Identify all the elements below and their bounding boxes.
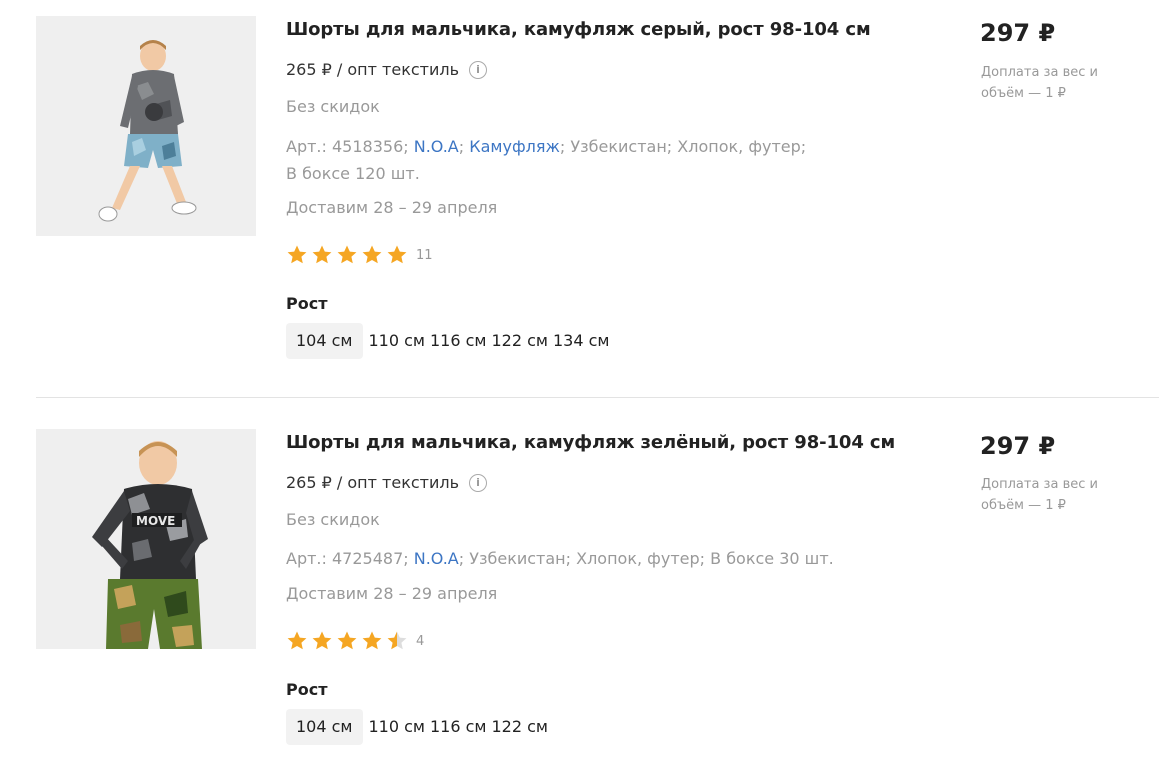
star-icon — [362, 631, 382, 650]
stars — [286, 630, 408, 652]
svg-text:MOVE: MOVE — [136, 514, 175, 528]
meta-details: ; Узбекистан; Хлопок, футер; В боксе 30 … — [458, 549, 834, 568]
star-icon — [362, 245, 382, 264]
collection-link[interactable]: Камуфляж — [469, 137, 560, 156]
price: 297 ₽ — [980, 432, 1056, 460]
product-card: Шорты для мальчика, камуфляж серый, рост… — [0, 0, 1159, 398]
wholesale-price-text: 265 ₽ / опт текстиль — [286, 473, 460, 492]
star-icon — [312, 631, 332, 650]
price: 297 ₽ — [980, 19, 1056, 47]
product-title[interactable]: Шорты для мальчика, камуфляж серый, рост… — [286, 19, 871, 40]
rating-count: 11 — [416, 247, 433, 263]
size-label: Рост — [286, 294, 328, 313]
size-selector: 104 см 110 см 116 см 122 см — [286, 709, 553, 745]
product-image[interactable]: MOVE — [36, 429, 256, 649]
info-icon[interactable]: i — [469, 60, 488, 79]
discount-status: Без скидок — [286, 97, 380, 116]
star-icon — [387, 631, 407, 650]
star-icon — [287, 245, 307, 264]
star-icon — [337, 245, 357, 264]
meta-separator: ; — [458, 137, 470, 156]
product-meta: Арт.: 4725487; N.O.A; Узбекистан; Хлопок… — [286, 545, 834, 572]
meta-details: ; Узбекистан; Хлопок, футер; — [559, 137, 807, 156]
brand-link[interactable]: N.O.A — [414, 549, 459, 568]
size-option[interactable]: 134 см — [548, 323, 615, 359]
star-icon — [287, 631, 307, 650]
box-quantity: В боксе 120 шт. — [286, 164, 420, 183]
size-option[interactable]: 116 см — [425, 709, 492, 745]
surcharge-note: Доплата за вес и объём — 1 ₽ — [981, 477, 1098, 513]
size-option[interactable]: 110 см — [364, 323, 431, 359]
product-meta: Арт.: 4518356; N.O.A; Камуфляж; Узбекист… — [286, 133, 846, 187]
article-number: Арт.: 4518356; — [286, 137, 414, 156]
product-image[interactable] — [36, 16, 256, 236]
size-option[interactable]: 116 см — [425, 323, 492, 359]
size-option[interactable]: 110 см — [364, 709, 431, 745]
info-icon[interactable]: i — [469, 473, 488, 492]
discount-status: Без скидок — [286, 510, 380, 529]
size-option[interactable]: 122 см — [487, 323, 554, 359]
delivery-date: Доставим 28 – 29 апреля — [286, 198, 498, 217]
divider — [36, 397, 1159, 398]
stars — [286, 244, 408, 266]
rating[interactable]: 11 — [286, 244, 433, 266]
rating-count: 4 — [416, 633, 425, 649]
delivery-date: Доставим 28 – 29 апреля — [286, 584, 498, 603]
star-icon — [312, 245, 332, 264]
article-number: Арт.: 4725487; — [286, 549, 414, 568]
brand-link[interactable]: N.O.A — [414, 137, 459, 156]
size-option[interactable]: 104 см — [286, 709, 363, 745]
wholesale-price: 265 ₽ / опт текстиль i — [286, 473, 488, 492]
size-selector: 104 см 110 см 116 см 122 см 134 см — [286, 323, 615, 359]
wholesale-price-text: 265 ₽ / опт текстиль — [286, 60, 460, 79]
product-card: MOVE Шорты для мальчика, камуфляж зелёны… — [0, 412, 1159, 771]
rating[interactable]: 4 — [286, 630, 424, 652]
size-label: Рост — [286, 680, 328, 699]
product-title[interactable]: Шорты для мальчика, камуфляж зелёный, ро… — [286, 432, 895, 453]
star-icon — [387, 245, 407, 264]
surcharge-note: Доплата за вес и объём — 1 ₽ — [981, 65, 1098, 101]
size-option[interactable]: 122 см — [487, 709, 554, 745]
star-icon — [337, 631, 357, 650]
size-option[interactable]: 104 см — [286, 323, 363, 359]
wholesale-price: 265 ₽ / опт текстиль i — [286, 60, 488, 79]
